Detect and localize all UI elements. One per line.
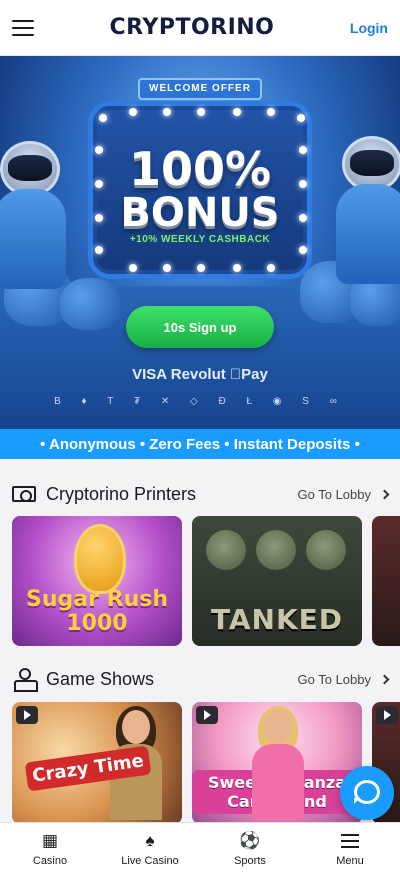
astronaut-right — [336, 136, 400, 286]
game-title: Sugar Rush 1000 — [26, 587, 168, 636]
bonus-word: BONUS — [120, 190, 280, 236]
money-bag-left-2 — [60, 278, 120, 330]
welcome-offer-badge: WELCOME OFFER — [138, 78, 262, 100]
tank-soldier-art — [306, 530, 346, 570]
game-shows-section-title: Game Shows — [46, 668, 155, 689]
basketball-icon: ⚽ — [239, 831, 261, 850]
menu-icon — [341, 831, 359, 851]
nav-label: Live Casino — [121, 855, 179, 867]
live-play-icon — [16, 706, 38, 724]
game-shows-section-header: Game Shows Go To Lobby — [12, 664, 390, 694]
nav-label: Menu — [336, 855, 364, 867]
astronaut-left — [0, 141, 66, 291]
game-card-tanked[interactable]: TANKED — [192, 516, 362, 646]
nav-label: Sports — [234, 855, 266, 867]
bonus-percent: 100% — [128, 142, 272, 196]
payment-methods: VISA Revolut Pay — [132, 366, 268, 383]
chevron-right-icon — [379, 674, 390, 684]
top-header: CRYPTORINO Login — [0, 0, 400, 56]
host-figure — [250, 706, 306, 820]
game-show-host-icon — [12, 668, 38, 692]
weekly-cashback-text: +10% WEEKLY CASHBACK — [129, 234, 271, 245]
candy-egg-art — [74, 524, 126, 594]
nav-menu[interactable]: Menu — [300, 823, 400, 875]
slot-machine-icon: ▦ — [41, 831, 59, 850]
bottom-navigation: ▦ Casino ♠ Live Casino ⚽ Sports Menu — [0, 822, 400, 875]
printers-section-header: Cryptorino Printers Go To Lobby — [12, 479, 390, 509]
crypto-coin-icons: B ♦ T ₮ ✕ ◇ Đ Ł ◉ S ∞ — [54, 396, 346, 407]
printers-go-to-lobby-link[interactable]: Go To Lobby — [297, 486, 390, 502]
game-card-sweet-bonanza-candyland[interactable]: Sweet Bonanza CandyLand — [192, 702, 362, 824]
welcome-offer-banner[interactable]: WELCOME OFFER 100% BONUS +10% WEEKLY CAS… — [0, 56, 400, 429]
printers-section-title: Cryptorino Printers — [46, 483, 197, 504]
live-chat-button[interactable] — [340, 766, 394, 820]
go-to-lobby-label: Go To Lobby — [297, 486, 371, 502]
game-card-partial[interactable] — [372, 516, 400, 646]
site-logo[interactable]: CRYPTORINO — [110, 15, 275, 40]
login-button[interactable]: Login — [350, 20, 388, 36]
nav-sports[interactable]: ⚽ Sports — [200, 823, 300, 875]
features-strip: • Anonymous • Zero Fees • Instant Deposi… — [0, 429, 400, 459]
hamburger-icon[interactable] — [12, 19, 34, 37]
game-title: TANKED — [210, 603, 344, 636]
game-card-sugar-rush[interactable]: Sugar Rush 1000 — [12, 516, 182, 646]
tank-soldier-art — [206, 530, 246, 570]
tank-soldier-art — [256, 530, 296, 570]
nav-casino[interactable]: ▦ Casino — [0, 823, 100, 875]
nav-live-casino[interactable]: ♠ Live Casino — [100, 823, 200, 875]
live-play-icon — [376, 706, 398, 724]
nav-label: Casino — [32, 855, 68, 867]
game-card-crazy-time[interactable]: Crazy Time — [12, 702, 182, 824]
live-play-icon — [196, 706, 218, 724]
money-printer-icon — [12, 486, 36, 502]
go-to-lobby-label: Go To Lobby — [297, 671, 371, 687]
cards-icon: ♠ — [145, 831, 155, 850]
signup-button[interactable]: 10s Sign up — [126, 306, 274, 348]
shows-go-to-lobby-link[interactable]: Go To Lobby — [297, 671, 390, 687]
chevron-right-icon — [379, 489, 390, 499]
